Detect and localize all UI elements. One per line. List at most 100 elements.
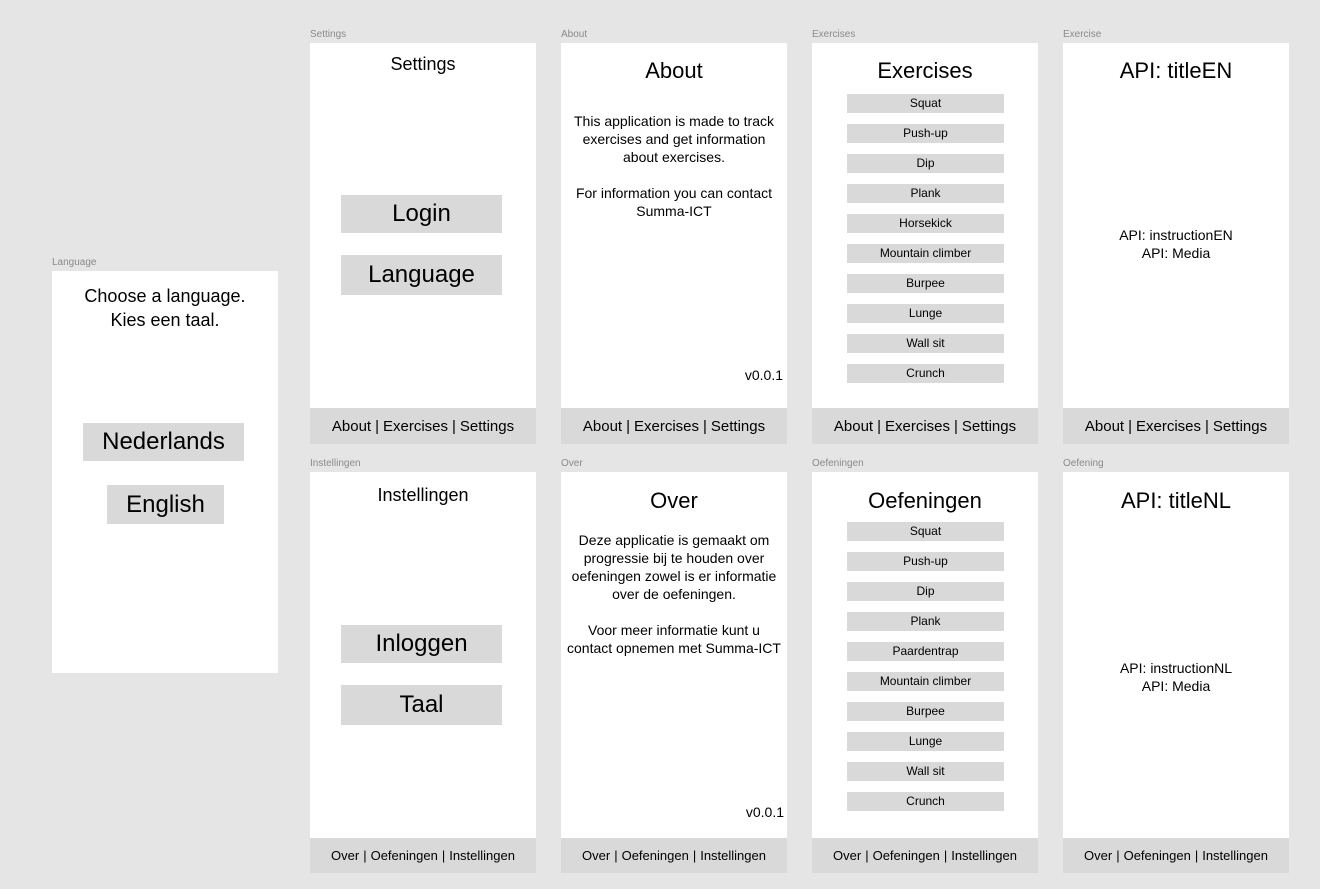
- version-label: v0.0.1: [744, 367, 783, 383]
- exercise-content: API: instructionEN API: Media: [1063, 226, 1289, 262]
- oefeningen-screen: Oefeningen Squat Push-up Dip Plank Paard…: [812, 472, 1038, 873]
- nav-settings[interactable]: Settings: [711, 418, 765, 435]
- frame-label-oefening: Oefening: [1063, 458, 1104, 469]
- language-screen: Choose a language. Kies een taal. Nederl…: [52, 271, 278, 673]
- nav-over[interactable]: Over: [833, 848, 861, 863]
- exercise-item[interactable]: Plank: [847, 612, 1004, 631]
- exercise-item[interactable]: Plank: [847, 184, 1004, 203]
- frame-label-exercise: Exercise: [1063, 29, 1102, 40]
- bottom-nav: Over | Oefeningen | Instellingen: [1063, 838, 1289, 873]
- nav-separator: |: [1205, 417, 1209, 435]
- frame-label-language: Language: [52, 257, 97, 268]
- nav-over[interactable]: Over: [1084, 848, 1112, 863]
- settings-screen: Settings Login Language About | Exercise…: [310, 43, 536, 444]
- nav-exercises[interactable]: Exercises: [383, 418, 448, 435]
- exercise-item[interactable]: Wall sit: [847, 334, 1004, 353]
- page-title: Oefeningen: [868, 488, 982, 513]
- page-title: Instellingen: [377, 485, 469, 505]
- page-title: API: titleEN: [1119, 58, 1233, 83]
- nav-over[interactable]: Over: [331, 848, 359, 863]
- exercise-item[interactable]: Mountain climber: [847, 672, 1004, 691]
- exercise-item[interactable]: Squat: [847, 522, 1004, 541]
- nav-separator: |: [1128, 417, 1132, 435]
- nav-settings[interactable]: Settings: [460, 418, 514, 435]
- login-button[interactable]: Login: [341, 195, 502, 233]
- exercise-item[interactable]: Push-up: [847, 552, 1004, 571]
- language-prompt-en: Choose a language.: [84, 286, 246, 306]
- exercise-item[interactable]: Push-up: [847, 124, 1004, 143]
- nav-settings[interactable]: Settings: [1213, 418, 1267, 435]
- about-paragraph: This application is made to track exerci…: [574, 113, 774, 165]
- nav-oefeningen[interactable]: Oefeningen: [873, 848, 940, 863]
- frame-label-about: About: [561, 29, 588, 40]
- exercise-item[interactable]: Horsekick: [847, 214, 1004, 233]
- exercise-item[interactable]: Squat: [847, 94, 1004, 113]
- exercise-item[interactable]: Paardentrap: [847, 642, 1004, 661]
- exercise-item[interactable]: Lunge: [847, 304, 1004, 323]
- exercise-item[interactable]: Crunch: [847, 792, 1004, 811]
- frame-label-instellingen: Instellingen: [310, 458, 361, 469]
- exercise-item[interactable]: Wall sit: [847, 762, 1004, 781]
- nederlands-button[interactable]: Nederlands: [83, 423, 244, 461]
- over-paragraph: Deze applicatie is gemaakt om progressie…: [571, 532, 777, 602]
- nav-about[interactable]: About: [834, 418, 873, 435]
- language-button[interactable]: Language: [341, 255, 502, 295]
- nav-instellingen[interactable]: Instellingen: [449, 848, 515, 863]
- frame-label-over: Over: [561, 458, 583, 469]
- english-button[interactable]: English: [107, 485, 224, 524]
- taal-button[interactable]: Taal: [341, 685, 502, 725]
- version-label: v0.0.1: [745, 804, 784, 820]
- nav-instellingen[interactable]: Instellingen: [1202, 848, 1268, 863]
- nav-separator: |: [692, 848, 697, 863]
- nav-over[interactable]: Over: [582, 848, 610, 863]
- inloggen-button[interactable]: Inloggen: [341, 625, 502, 663]
- nav-oefeningen[interactable]: Oefeningen: [1124, 848, 1191, 863]
- bottom-nav: About | Exercises | Settings: [310, 408, 536, 444]
- exercise-content: API: instructionNL API: Media: [1063, 659, 1289, 695]
- nav-instellingen[interactable]: Instellingen: [951, 848, 1017, 863]
- bottom-nav: Over | Oefeningen | Instellingen: [310, 838, 536, 873]
- exercise-detail-screen: API: titleEN API: instructionEN API: Med…: [1063, 43, 1289, 444]
- frame-label-oefeningen: Oefeningen: [812, 458, 864, 469]
- exercise-list: Squat Push-up Dip Plank Paardentrap Moun…: [847, 522, 1004, 822]
- nav-oefeningen[interactable]: Oefeningen: [622, 848, 689, 863]
- page-title: Settings: [390, 54, 456, 74]
- nav-separator: |: [441, 848, 446, 863]
- nav-instellingen[interactable]: Instellingen: [700, 848, 766, 863]
- page-title: Over: [650, 488, 698, 513]
- bottom-nav: Over | Oefeningen | Instellingen: [561, 838, 787, 873]
- about-text: This application is made to track exerci…: [561, 112, 787, 220]
- nav-about[interactable]: About: [583, 418, 622, 435]
- nav-exercises[interactable]: Exercises: [1136, 418, 1201, 435]
- nav-oefeningen[interactable]: Oefeningen: [371, 848, 438, 863]
- page-title: About: [645, 58, 703, 83]
- exercise-item[interactable]: Dip: [847, 154, 1004, 173]
- exercises-screen: Exercises Squat Push-up Dip Plank Horsek…: [812, 43, 1038, 444]
- nav-exercises[interactable]: Exercises: [634, 418, 699, 435]
- exercise-item[interactable]: Crunch: [847, 364, 1004, 383]
- nav-separator: |: [865, 848, 869, 863]
- nav-about[interactable]: About: [1085, 418, 1124, 435]
- nav-separator: |: [1116, 848, 1120, 863]
- nav-about[interactable]: About: [332, 418, 371, 435]
- exercise-item[interactable]: Burpee: [847, 702, 1004, 721]
- over-text: Deze applicatie is gemaakt om progressie…: [561, 531, 787, 657]
- nav-separator: |: [614, 848, 618, 863]
- media-placeholder: API: Media: [1141, 678, 1211, 694]
- exercise-item[interactable]: Mountain climber: [847, 244, 1004, 263]
- exercise-item[interactable]: Lunge: [847, 732, 1004, 751]
- nav-exercises[interactable]: Exercises: [885, 418, 950, 435]
- over-screen: Over Deze applicatie is gemaakt om progr…: [561, 472, 787, 873]
- exercise-list: Squat Push-up Dip Plank Horsekick Mounta…: [847, 94, 1004, 394]
- about-screen: About This application is made to track …: [561, 43, 787, 444]
- bottom-nav: About | Exercises | Settings: [561, 408, 787, 444]
- nav-settings[interactable]: Settings: [962, 418, 1016, 435]
- instellingen-screen: Instellingen Inloggen Taal Over | Oefeni…: [310, 472, 536, 873]
- exercise-item[interactable]: Dip: [847, 582, 1004, 601]
- frame-label-exercises: Exercises: [812, 29, 856, 40]
- nav-separator: |: [1194, 848, 1199, 863]
- language-prompt-nl: Kies een taal.: [110, 310, 220, 330]
- exercise-item[interactable]: Burpee: [847, 274, 1004, 293]
- bottom-nav: About | Exercises | Settings: [1063, 408, 1289, 444]
- instruction-text: API: instructionNL: [1119, 660, 1233, 676]
